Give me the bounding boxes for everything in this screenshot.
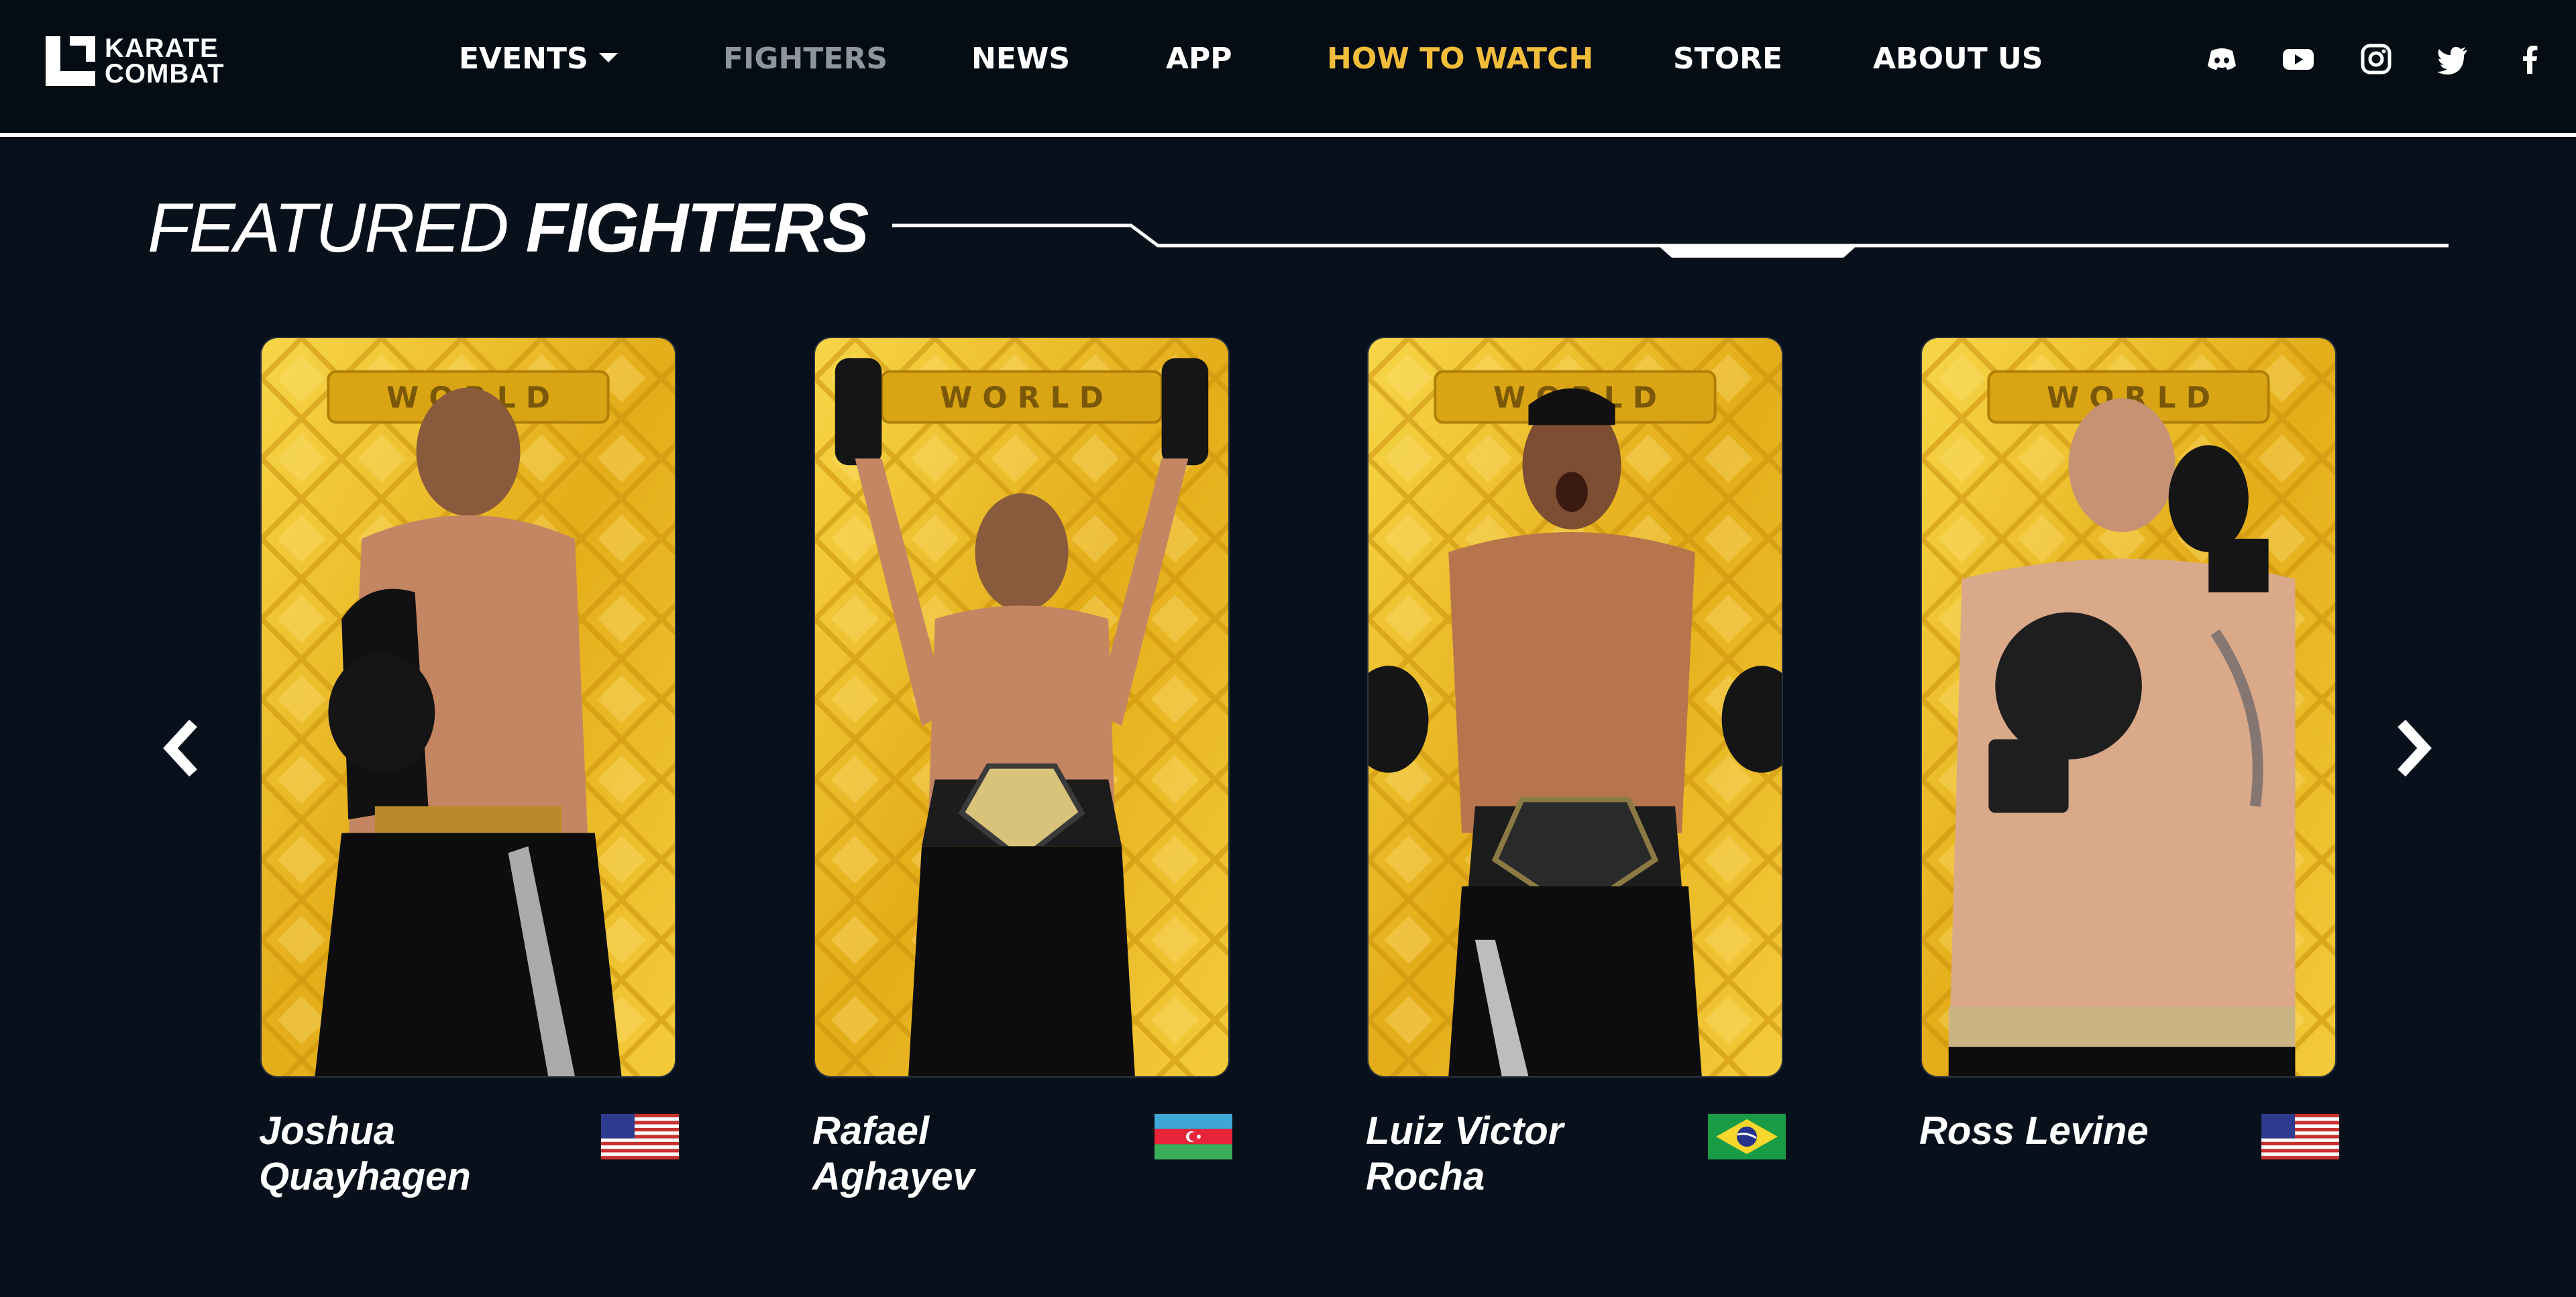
fighter-name-line-2: Rocha — [1366, 1155, 1485, 1198]
nav-events-label: EVENTS — [459, 42, 588, 76]
facebook-icon[interactable] — [2513, 42, 2548, 76]
youtube-icon[interactable] — [2281, 42, 2316, 76]
usa-flag-icon — [2261, 1114, 2339, 1159]
brazil-flag-icon — [1708, 1114, 1786, 1159]
nav-news[interactable]: NEWS — [971, 39, 1070, 79]
nav-how-to-watch[interactable]: HOW TO WATCH — [1327, 39, 1593, 79]
fighter-name-line-2: Aghayev — [812, 1155, 975, 1198]
fighter-card[interactable]: W O R L D — [1921, 337, 2337, 1078]
fighter-name-line-1: Rafael — [812, 1109, 930, 1153]
section-title: FEATURED FIGHTERS — [148, 188, 869, 268]
fighter-name-line-1: Ross Levine — [1919, 1109, 2149, 1153]
section-title-light: FEATURED — [148, 189, 509, 267]
fighter-photo: W O R L D — [1368, 338, 1782, 1076]
twitter-icon[interactable] — [2435, 42, 2470, 76]
carousel-prev-button[interactable] — [158, 717, 205, 780]
usa-flag-icon — [601, 1114, 679, 1159]
site-header: KARATE COMBAT EVENTS FIGHTERS NEWS APP H… — [0, 0, 2576, 137]
fighter-name[interactable]: Ross Levine — [1919, 1108, 2228, 1154]
fighter-card[interactable]: W O R L D — [814, 337, 1230, 1078]
instagram-icon[interactable] — [2359, 42, 2394, 76]
nav-app[interactable]: APP — [1166, 39, 1232, 79]
chevron-left-icon — [163, 719, 197, 777]
fighter-name[interactable]: Joshua Quayhagen — [259, 1108, 568, 1200]
fighter-name-line-1: Luiz Victor — [1366, 1109, 1564, 1153]
title-decorative-line — [892, 223, 2449, 258]
fighter-name-line-1: Joshua — [259, 1109, 396, 1153]
nav-events[interactable]: EVENTS — [459, 39, 618, 79]
nav-fighters[interactable]: FIGHTERS — [723, 39, 888, 79]
nav-store[interactable]: STORE — [1673, 39, 1782, 79]
fighter-card[interactable]: W O R L D — [260, 337, 676, 1078]
chevron-right-icon — [2398, 719, 2432, 777]
main-nav: EVENTS FIGHTERS NEWS APP HOW TO WATCH ST… — [0, 0, 2214, 121]
fighter-photo: W O R L D — [1922, 338, 2335, 1076]
fighter-name[interactable]: Rafael Aghayev — [812, 1108, 1121, 1200]
carousel-next-button[interactable] — [2390, 717, 2436, 780]
section-title-bold: FIGHTERS — [525, 189, 869, 267]
chevron-down-icon — [598, 53, 618, 62]
fighter-photo: W O R L D — [815, 338, 1228, 1076]
azerbaijan-flag-icon — [1155, 1114, 1232, 1159]
fighter-card[interactable]: W O R L D — [1367, 337, 1783, 1078]
card-world-text: W O R L D — [940, 381, 1104, 415]
fighter-name-line-2: Quayhagen — [259, 1155, 471, 1198]
discord-icon[interactable] — [2204, 42, 2239, 76]
fighter-name[interactable]: Luiz Victor Rocha — [1366, 1108, 1674, 1200]
nav-about-us[interactable]: ABOUT US — [1873, 39, 2043, 79]
fighter-photo: W O R L D — [262, 338, 675, 1076]
